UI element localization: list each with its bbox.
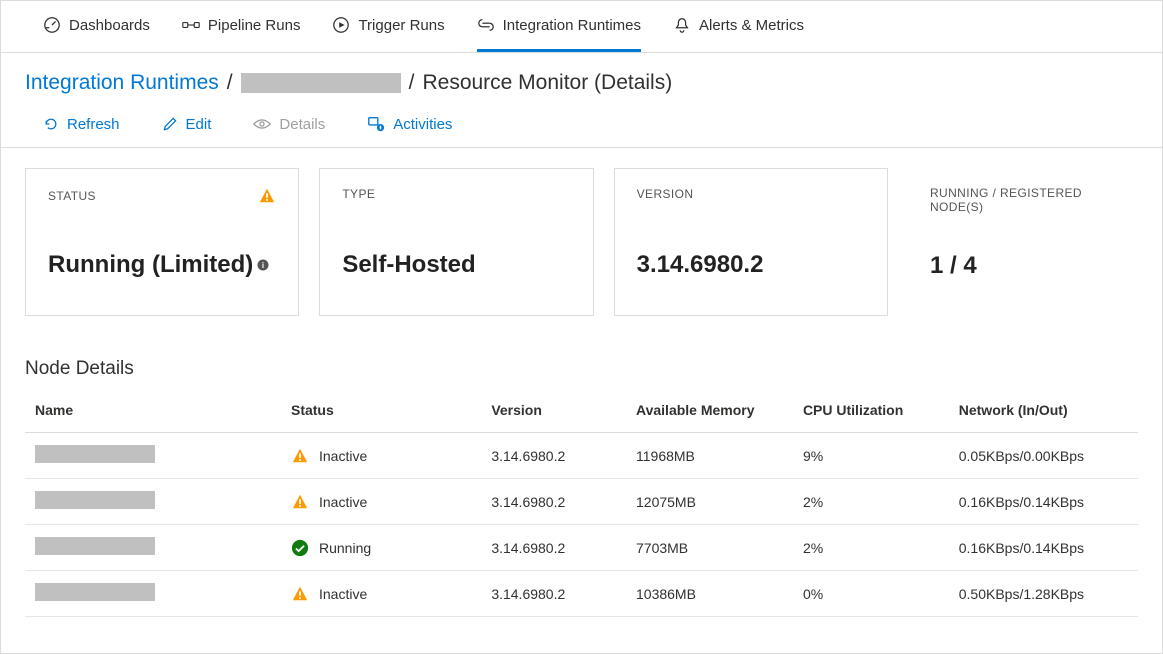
card-version: VERSION 3.14.6980.2 bbox=[614, 168, 888, 316]
breadcrumb: Integration Runtimes / / Resource Monito… bbox=[1, 53, 1162, 101]
tab-label: Trigger Runs bbox=[358, 17, 444, 34]
tab-label: Dashboards bbox=[69, 17, 150, 34]
refresh-icon bbox=[43, 116, 59, 132]
activities-icon bbox=[367, 115, 385, 133]
tab-dashboards[interactable]: Dashboards bbox=[43, 1, 150, 52]
bell-icon bbox=[673, 16, 691, 34]
cell-status: Running bbox=[281, 525, 481, 571]
cell-version: 3.14.6980.2 bbox=[481, 571, 626, 617]
cell-name bbox=[25, 525, 281, 571]
tab-trigger-runs[interactable]: Trigger Runs bbox=[332, 1, 444, 52]
card-label: STATUS bbox=[48, 189, 96, 203]
warning-icon bbox=[291, 585, 309, 603]
info-icon[interactable]: i bbox=[257, 259, 269, 271]
integration-icon bbox=[477, 16, 495, 34]
cell-version: 3.14.6980.2 bbox=[481, 479, 626, 525]
edit-button[interactable]: Edit bbox=[162, 116, 212, 133]
table-row[interactable]: Inactive 3.14.6980.210386MB0%0.50KBps/1.2… bbox=[25, 571, 1138, 617]
details-button: Details bbox=[253, 116, 325, 133]
node-details-table: Name Status Version Available Memory CPU… bbox=[25, 388, 1138, 617]
eye-icon bbox=[253, 118, 271, 130]
card-value: 3.14.6980.2 bbox=[637, 251, 764, 279]
cell-name bbox=[25, 571, 281, 617]
card-label: VERSION bbox=[637, 187, 694, 201]
cell-cpu: 2% bbox=[793, 479, 949, 525]
cell-cpu: 2% bbox=[793, 525, 949, 571]
cell-status: Inactive bbox=[281, 433, 481, 479]
cell-memory: 10386MB bbox=[626, 571, 793, 617]
card-status: STATUS Running (Limited) i bbox=[25, 168, 299, 316]
refresh-button[interactable]: Refresh bbox=[43, 116, 120, 133]
node-name-redacted bbox=[35, 491, 155, 509]
cell-network: 0.50KBps/1.28KBps bbox=[949, 571, 1138, 617]
col-name[interactable]: Name bbox=[25, 388, 281, 433]
breadcrumb-sep: / bbox=[409, 71, 415, 95]
card-value: 1 / 4 bbox=[930, 252, 977, 280]
warning-icon bbox=[291, 493, 309, 511]
tab-label: Pipeline Runs bbox=[208, 17, 301, 34]
breadcrumb-root[interactable]: Integration Runtimes bbox=[25, 71, 219, 95]
col-status[interactable]: Status bbox=[281, 388, 481, 433]
table-row[interactable]: Running 3.14.6980.27703MB2%0.16KBps/0.14K… bbox=[25, 525, 1138, 571]
col-memory[interactable]: Available Memory bbox=[626, 388, 793, 433]
svg-text:i: i bbox=[262, 261, 264, 270]
card-value: Running (Limited) bbox=[48, 251, 253, 279]
cell-version: 3.14.6980.2 bbox=[481, 433, 626, 479]
cell-memory: 7703MB bbox=[626, 525, 793, 571]
card-type: TYPE Self-Hosted bbox=[319, 168, 593, 316]
activities-button[interactable]: Activities bbox=[367, 115, 452, 133]
col-network[interactable]: Network (In/Out) bbox=[949, 388, 1138, 433]
cell-status: Inactive bbox=[281, 479, 481, 525]
breadcrumb-runtime-name bbox=[241, 73, 401, 93]
tab-label: Integration Runtimes bbox=[503, 17, 641, 34]
warning-icon bbox=[258, 187, 276, 205]
node-name-redacted bbox=[35, 583, 155, 601]
summary-cards: STATUS Running (Limited) i TYPE Self-Hos… bbox=[1, 148, 1162, 336]
cell-memory: 12075MB bbox=[626, 479, 793, 525]
section-title: Node Details bbox=[1, 336, 1162, 388]
warning-icon bbox=[291, 447, 309, 465]
toolbar: Refresh Edit Details Activities bbox=[1, 101, 1162, 147]
cell-network: 0.16KBps/0.14KBps bbox=[949, 525, 1138, 571]
tab-alerts-metrics[interactable]: Alerts & Metrics bbox=[673, 1, 804, 52]
toolbar-label: Activities bbox=[393, 116, 452, 133]
pipeline-icon bbox=[182, 16, 200, 34]
play-icon bbox=[332, 16, 350, 34]
node-name-redacted bbox=[35, 445, 155, 463]
cell-name bbox=[25, 479, 281, 525]
breadcrumb-leaf: Resource Monitor (Details) bbox=[422, 71, 672, 95]
dashboard-icon bbox=[43, 16, 61, 34]
card-label: RUNNING / REGISTERED NODE(S) bbox=[930, 186, 1116, 214]
status-text: Inactive bbox=[319, 586, 367, 602]
status-text: Running bbox=[319, 540, 371, 556]
tab-label: Alerts & Metrics bbox=[699, 17, 804, 34]
toolbar-label: Refresh bbox=[67, 116, 120, 133]
table-row[interactable]: Inactive 3.14.6980.211968MB9%0.05KBps/0.0… bbox=[25, 433, 1138, 479]
status-text: Inactive bbox=[319, 494, 367, 510]
tab-pipeline-runs[interactable]: Pipeline Runs bbox=[182, 1, 301, 52]
cell-name bbox=[25, 433, 281, 479]
cell-network: 0.05KBps/0.00KBps bbox=[949, 433, 1138, 479]
cell-network: 0.16KBps/0.14KBps bbox=[949, 479, 1138, 525]
card-nodes: RUNNING / REGISTERED NODE(S) 1 / 4 bbox=[908, 168, 1138, 316]
node-name-redacted bbox=[35, 537, 155, 555]
cell-cpu: 9% bbox=[793, 433, 949, 479]
cell-version: 3.14.6980.2 bbox=[481, 525, 626, 571]
toolbar-label: Edit bbox=[186, 116, 212, 133]
status-text: Inactive bbox=[319, 448, 367, 464]
check-icon bbox=[291, 539, 309, 557]
card-value: Self-Hosted bbox=[342, 251, 475, 279]
cell-status: Inactive bbox=[281, 571, 481, 617]
cell-cpu: 0% bbox=[793, 571, 949, 617]
table-row[interactable]: Inactive 3.14.6980.212075MB2%0.16KBps/0.1… bbox=[25, 479, 1138, 525]
col-version[interactable]: Version bbox=[481, 388, 626, 433]
toolbar-label: Details bbox=[279, 116, 325, 133]
breadcrumb-sep: / bbox=[227, 71, 233, 95]
tab-integration-runtimes[interactable]: Integration Runtimes bbox=[477, 1, 641, 52]
top-nav: Dashboards Pipeline Runs Trigger Runs In… bbox=[1, 1, 1162, 53]
card-label: TYPE bbox=[342, 187, 375, 201]
cell-memory: 11968MB bbox=[626, 433, 793, 479]
pencil-icon bbox=[162, 116, 178, 132]
col-cpu[interactable]: CPU Utilization bbox=[793, 388, 949, 433]
